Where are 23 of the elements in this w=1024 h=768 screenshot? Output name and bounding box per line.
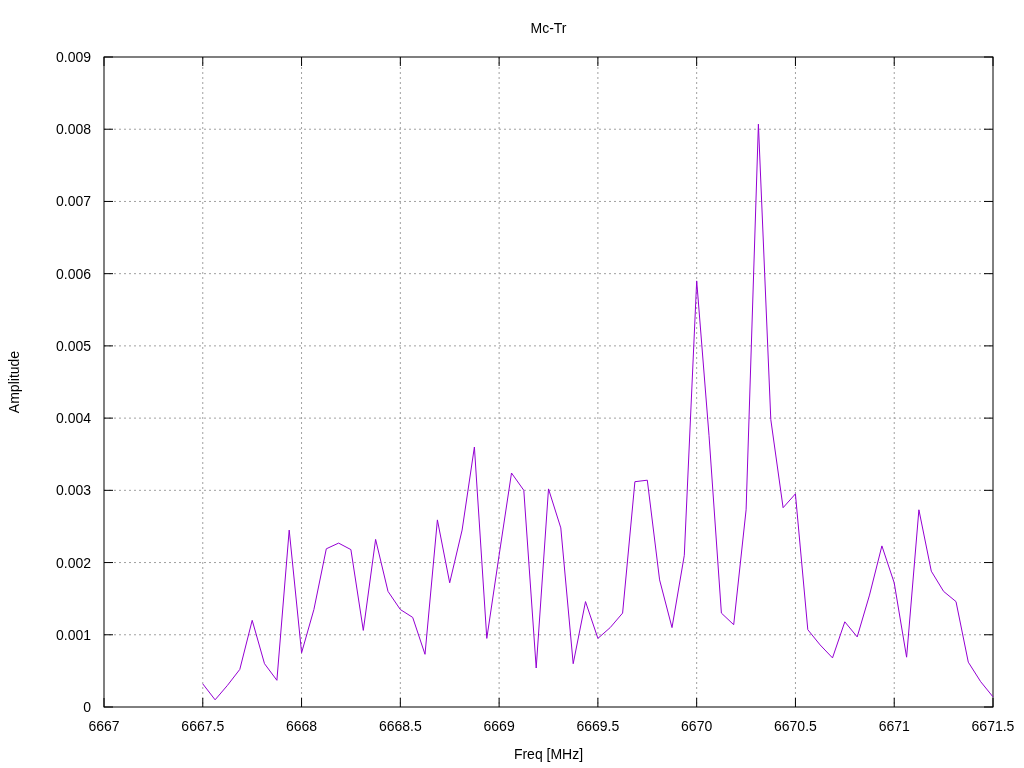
- x-tick-label: 6667: [88, 718, 120, 734]
- y-tick-label: 0.004: [55, 410, 91, 427]
- x-tick-label: 6671.5: [971, 718, 1015, 734]
- x-tick-label: 6669.5: [576, 718, 620, 734]
- y-tick-label: 0.009: [55, 49, 91, 65]
- y-axis-label: Amplitude: [6, 350, 22, 414]
- x-tick-label: 6667.5: [181, 718, 225, 734]
- x-tick-label: 6668.5: [378, 718, 422, 734]
- y-tick-label: 0.005: [55, 337, 91, 354]
- y-tick-label: 0.008: [55, 121, 91, 138]
- y-tick-label: 0.001: [55, 626, 91, 643]
- chart-title: Mc-Tr: [530, 20, 567, 36]
- x-axis-label: Freq [MHz]: [513, 746, 584, 762]
- x-tick-label: 6670: [681, 718, 713, 734]
- x-tick-label: 6669: [483, 718, 515, 734]
- y-tick-label: 0.007: [55, 193, 91, 210]
- y-tick-label: 0.003: [55, 482, 91, 499]
- y-tick-label: 0.002: [55, 554, 91, 571]
- y-tick-label: 0: [83, 699, 91, 715]
- y-tick-label: 0.006: [55, 265, 91, 282]
- x-tick-label: 6671: [878, 718, 910, 734]
- x-tick-label: 6670.5: [774, 718, 817, 734]
- x-tick-label: 6668: [286, 718, 318, 734]
